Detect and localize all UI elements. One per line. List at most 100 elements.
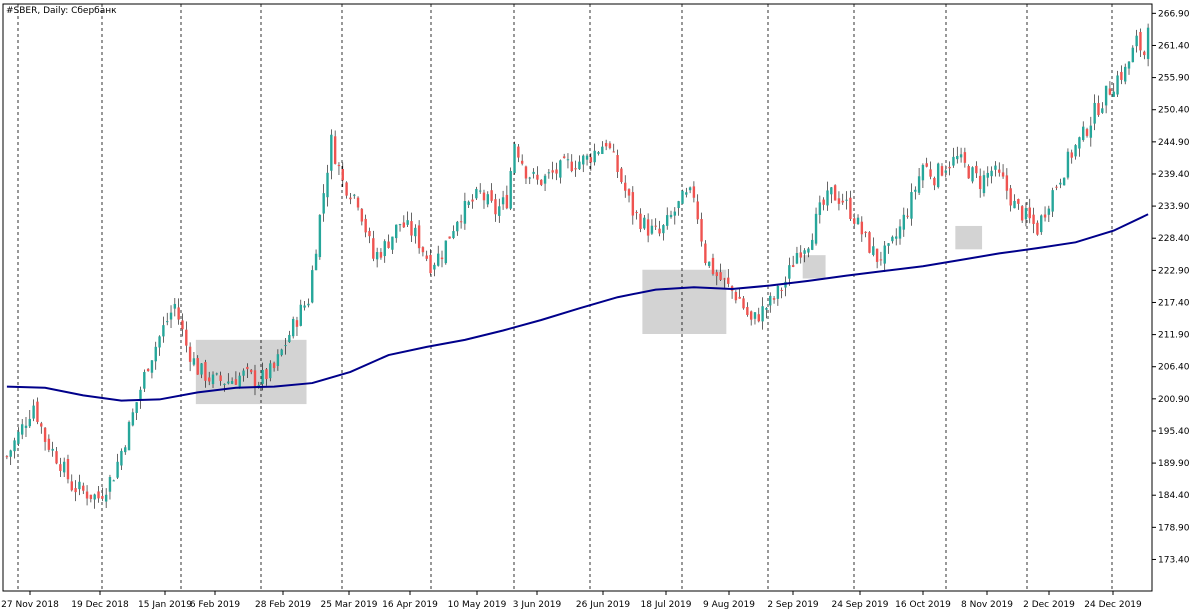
x-tick-label: 16 Oct 2019 [895,600,951,610]
candle-bull [169,312,173,320]
candle-bull [303,305,306,308]
candle-bull [353,194,356,196]
candle-bear [196,358,199,375]
candle-bear [494,199,497,215]
candle-bear [849,197,852,219]
candle-bull [1024,208,1028,220]
y-tick-label: 233.90 [1158,202,1190,212]
candle-bull [93,494,96,500]
y-tick-label: 195.40 [1158,427,1190,437]
candle-bear [799,252,802,258]
candle-bull [566,159,570,161]
y-tick-label: 200.90 [1158,395,1190,405]
candle-bull [891,236,894,242]
candle-bear [734,291,738,301]
candle-bear [82,485,85,491]
candle-bull [814,213,818,244]
candle-bear [207,377,211,382]
candle-bull [956,155,959,160]
candle-bear [868,232,871,253]
candle-bull [643,217,646,229]
candle-bull [78,481,81,490]
candle-bear [219,375,222,382]
candle-bear [459,221,463,223]
candle-bull [1082,126,1085,141]
candle-bear [85,491,89,499]
candle-bear [772,298,776,300]
candle-bull [311,270,314,303]
candle-bull [478,190,482,192]
candle-bull [444,240,448,264]
candle-bear [295,320,299,327]
candle-bear [146,368,150,372]
x-tick-label: 2 Dec 2019 [1023,600,1075,610]
x-tick-label: 24 Dec 2019 [1084,600,1142,610]
highlight-zones [195,225,983,405]
candle-bear [948,166,951,169]
candle-bear [253,370,257,387]
candle-bull [662,225,665,234]
candles [5,23,1150,509]
x-tick-label: 16 Apr 2019 [382,600,438,610]
candle-bull [20,424,24,435]
candle-bull [1059,182,1062,185]
candle-bull [398,224,402,226]
candle-bull [150,360,154,373]
candle-bull [830,187,833,195]
candle-bear [860,221,864,235]
candle-bull [131,412,135,426]
candle-bear [715,272,719,277]
candle-bull [528,177,531,179]
candle-bear [43,427,47,442]
highlight-zone [642,269,727,335]
candle-bull [154,346,157,362]
candle-bear [249,369,253,373]
candle-bull [673,211,677,216]
candle-bear [700,219,703,242]
candle-bull [276,354,280,367]
candle-bear [853,218,856,224]
candle-bear [1009,188,1012,206]
candle-bear [402,222,406,228]
candle-bear [841,200,844,203]
candle-bear [711,257,715,275]
candle-bear [448,236,451,239]
candle-bull [688,187,692,191]
candle-bear [723,278,726,280]
candle-bull [284,345,287,347]
candle-bear [1001,172,1005,177]
candle-bear [742,298,745,309]
candle-bull [13,440,16,452]
x-tick-label: 18 Jul 2019 [641,600,692,610]
chart-area: 266.90 261.40 255.90 250.40 244.90 239.40 233.… [0,0,1197,612]
y-tick-label: 266.90 [1158,9,1190,19]
candle-bear [620,168,623,183]
candle-bull [1074,145,1077,157]
candle-bull [1089,125,1093,138]
candle-bear [696,201,699,220]
candle-bull [887,243,890,246]
candle-bull [707,261,711,266]
candle-bear [482,192,486,201]
candle-bull [173,303,177,309]
candle-bear [471,199,474,202]
candle-bear [55,451,58,464]
candle-bull [1127,61,1131,69]
candle-bull [1066,151,1070,178]
candle-bull [811,239,814,250]
candle-bull [215,373,219,375]
candle-bear [5,456,9,458]
y-tick-label: 206.40 [1158,363,1190,373]
candle-bull [914,189,917,192]
candle-bear [97,491,100,499]
y-tick-label: 239.40 [1158,170,1190,180]
candle-bull [795,252,799,264]
candle-bear [40,423,43,427]
candle-bull [391,236,394,250]
candle-bear [574,168,577,170]
candle-bear [524,166,528,179]
candle-bull [1078,137,1081,149]
candle-bear [1139,31,1142,51]
candle-bear [551,170,554,173]
candle-bear [341,168,344,181]
